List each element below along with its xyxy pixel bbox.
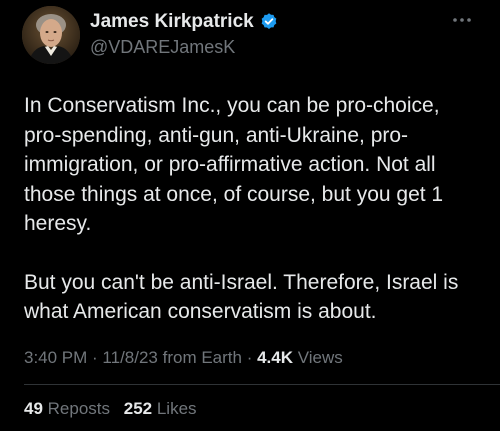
views-count: 4.4K <box>257 348 294 367</box>
reposts-count: 49 <box>24 399 43 418</box>
reposts-stat[interactable]: 49 Reposts <box>24 399 110 418</box>
tweet-detail: James Kirkpatrick @VDAREJamesK In Conser… <box>0 0 500 431</box>
divider <box>24 384 500 385</box>
engagement-stats: 49 Reposts 252 Likes <box>24 399 197 419</box>
tweet-meta: 3:40 PM · 11/8/23 from Earth · 4.4K View… <box>24 348 343 368</box>
author-display-name[interactable]: James Kirkpatrick <box>90 11 254 33</box>
meta-separator: · <box>87 348 103 367</box>
tweet-paragraph: In Conservatism Inc., you can be pro-cho… <box>24 94 444 235</box>
likes-stat[interactable]: 252 Likes <box>124 399 197 418</box>
more-options-icon[interactable] <box>450 12 474 28</box>
portrait-avatar-icon <box>22 6 80 64</box>
tweet-paragraph: But you can't be anti-Israel. Therefore,… <box>24 270 459 324</box>
tweet-text: In Conservatism Inc., you can be pro-cho… <box>24 91 474 327</box>
author-name-row: James Kirkpatrick <box>90 10 279 34</box>
views-label: Views <box>293 348 343 367</box>
reposts-label: Reposts <box>42 399 111 418</box>
likes-label: Likes <box>152 399 197 418</box>
verified-badge-icon <box>259 12 279 32</box>
tweet-time[interactable]: 3:40 PM <box>24 348 87 367</box>
meta-separator: · <box>241 348 258 367</box>
tweet-source: from Earth <box>157 348 242 367</box>
likes-count: 252 <box>123 399 153 418</box>
avatar[interactable] <box>22 6 80 64</box>
tweet-date[interactable]: 11/8/23 <box>102 348 157 367</box>
author-handle[interactable]: @VDAREJamesK <box>90 37 235 58</box>
